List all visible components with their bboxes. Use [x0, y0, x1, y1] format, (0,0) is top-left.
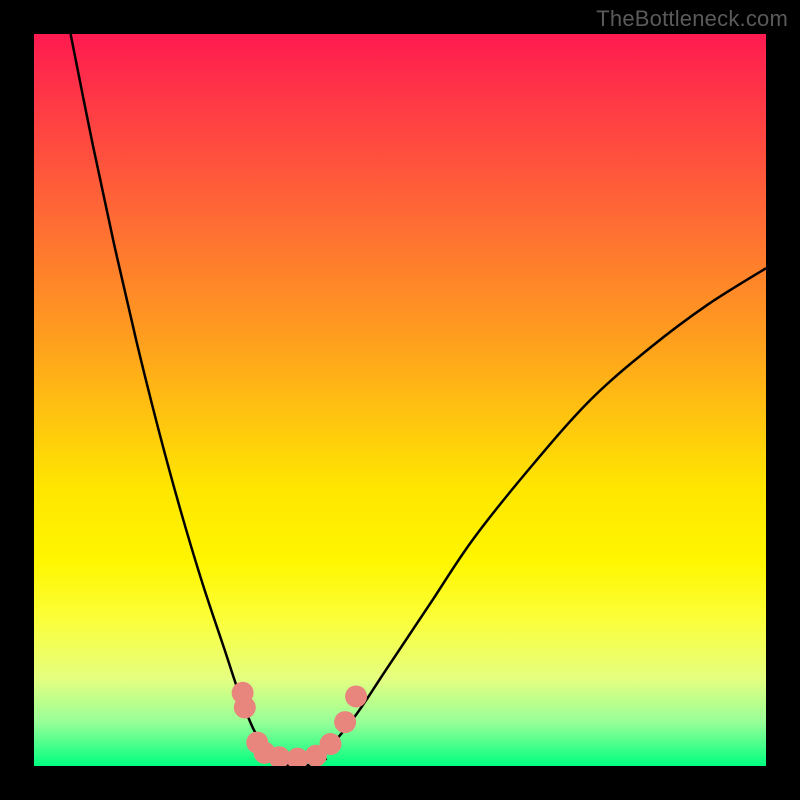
- curve-left-curve: [71, 34, 269, 751]
- chart-svg: [34, 34, 766, 766]
- data-point: [345, 685, 367, 707]
- chart-frame: TheBottleneck.com: [0, 0, 800, 800]
- watermark-label: TheBottleneck.com: [596, 6, 788, 32]
- curve-group: [71, 34, 766, 766]
- data-point: [334, 711, 356, 733]
- data-point: [234, 696, 256, 718]
- curve-right-curve: [327, 268, 766, 751]
- data-point: [319, 733, 341, 755]
